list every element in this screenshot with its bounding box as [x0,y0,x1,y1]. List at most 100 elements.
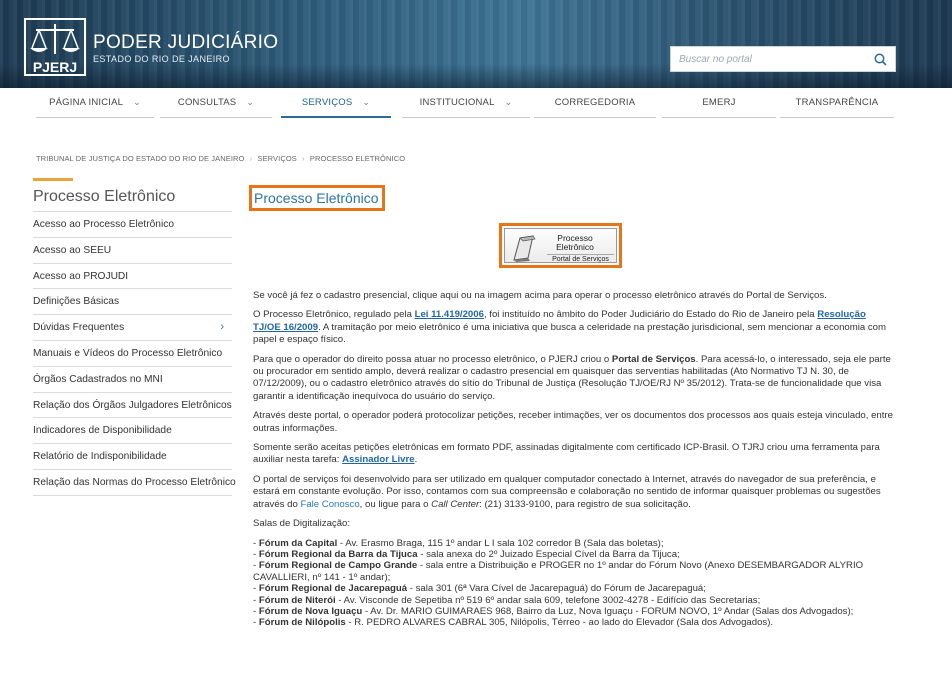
list-item: - Fórum de Nova Iguaçu - Av. Dr. MARIO G… [253,605,854,617]
sidebar-item-label: Relatório de Indisponibilidade [33,451,167,463]
sidebar-item-label: Relação dos Órgãos Julgadores Eletrônico… [33,399,232,411]
sidebar-accent [33,178,73,181]
location-text: - Av. Dr. MARIO GUIMARAES 968, Bairro da… [362,605,854,617]
sidebar-item-label: Indicadores de Disponibilidade [33,425,172,437]
sidebar-title: Processo Eletrônico [33,185,232,212]
text: , foi instituído no âmbito do Poder Judi… [483,309,818,321]
list-item: - Fórum Regional de Jacarepaguá - sala 3… [253,583,706,595]
location-text: - Av. Visconde de Sepetiba nº 519 6º and… [335,594,761,606]
location-name: Fórum Regional de Jacarepaguá [258,583,408,595]
paragraph-pdf: Somente serão aceitas petições eletrônic… [253,442,893,467]
search-box [670,46,896,72]
sidebar-item-label: Acesso ao Processo Eletrônico [33,219,174,230]
chevron-down-icon: ⌄ [362,96,371,107]
portal-servicos-banner[interactable]: Processo Eletrônico Portal de Serviços [499,223,622,268]
location-text: - Av. Erasmo Braga, 115 1º andar L I sal… [337,537,664,549]
page-title-highlight: Processo Eletrônico [249,185,385,211]
nav-institucional[interactable]: INSTITUCIONAL ⌄ [402,88,530,118]
sidebar-item-definicoes[interactable]: Definições Básicas [33,289,232,316]
nav-label: INSTITUCIONAL [419,97,495,108]
paragraph-intro: Se você já fez o cadastro presencial, cl… [253,290,827,301]
page-title: Processo Eletrônico [254,190,379,206]
sidebar-item-acesso-projudi[interactable]: Acesso ao PROJUDI [33,264,232,290]
breadcrumb-separator: › [249,154,253,163]
nav-label: CONSULTAS [177,97,237,108]
header-banner: PJERJ PODER JUDICIÁRIO ESTADO DO RIO DE … [0,0,952,88]
sidebar-item-label: Dúvidas Frequentes [33,322,125,334]
sidebar-item-normas[interactable]: Relação das Normas do Processo Eletrônic… [33,470,236,496]
main-content: Se você já fez o cadastro presencial, cl… [253,290,893,629]
location-name: Fórum Regional de Campo Grande [258,560,418,572]
nav-transparencia[interactable]: TRANSPARÊNCIA [780,88,894,118]
main-header: Processo Eletrônico [249,185,899,211]
salas-title: Salas de Digitalização: [253,518,351,530]
list-item: - Fórum da Capital - Av. Erasmo Braga, 1… [253,537,664,549]
nav-servicos[interactable]: SERVIÇOS ⌄ [281,88,391,118]
nav-label: CORREGEDORIA [554,97,636,108]
nav-consultas[interactable]: CONSULTAS ⌄ [160,88,272,118]
location-name: Fórum de Nilópolis [258,617,346,629]
nav-emerj[interactable]: EMERJ [662,88,776,118]
link-fale-conosco[interactable]: Fale Conosco [300,499,359,510]
sidebar-item-indicadores[interactable]: Indicadores de Disponibilidade [33,418,232,445]
text: , ou ligue para o [359,498,432,510]
list-item: - Fórum de Niterói - Av. Visconde de Sep… [253,594,761,606]
breadcrumb-separator: › [302,154,305,163]
link-lei-11419[interactable]: Lei 11.419/2006 [415,309,484,320]
chevron-down-icon: ⌄ [133,97,141,107]
location-name: Fórum Regional da Barra da Tijuca [258,548,418,560]
paragraph-contact: O portal de serviços foi desenvolvido pa… [253,474,893,511]
nav-corregedoria[interactable]: CORREGEDORIA [534,88,656,118]
list-item: - Fórum Regional de Campo Grande - sala … [253,560,864,583]
location-name: Fórum da Capital [258,537,338,549]
bold-text: Portal de Serviços [611,353,696,365]
location-name: Fórum de Nova Iguaçu [258,605,363,617]
main-nav: PÁGINA INICIAL ⌄ CONSULTAS ⌄ SERVIÇOS ⌄ INS… [0,88,952,120]
text: Para que o operador do direito possa atu… [253,353,612,365]
document-icon [513,235,536,262]
sidebar-item-label: Definições Básicas [33,296,120,308]
sidebar-item-label: Órgãos Cadastrados no MNI [33,373,163,385]
search-icon[interactable] [874,53,887,66]
nav-label: EMERJ [702,97,736,108]
location-text: - sala anexa do 2º Juizado Especial Cíve… [417,548,680,560]
text: . [414,454,418,466]
sidebar-item-label: Relação das Normas do Processo Eletrônic… [33,476,236,488]
location-text: - sala 301 (6ª Vara Cível de Jacarepaguá… [407,583,706,595]
nav-label: SERVIÇOS [301,96,353,108]
location-name: Fórum de Niterói [258,594,336,606]
sidebar: Processo Eletrônico Acesso ao Processo E… [33,178,236,496]
sidebar-item-acesso-seeu[interactable]: Acesso ao SEEU [33,238,232,264]
sidebar-item-label: Acesso ao SEEU [33,244,112,256]
list-item: - Fórum de Nilópolis - R. PEDRO ALVARES … [253,617,774,629]
nav-pagina-inicial[interactable]: PÁGINA INICIAL ⌄ [36,88,154,118]
sidebar-item-manuais[interactable]: Manuais e Vídeos do Processo Eletrônico [33,341,232,367]
logo-subtitle: ESTADO DO RIO DE JANEIRO [93,54,230,64]
logo-title[interactable]: PODER JUDICIÁRIO [93,32,278,54]
text: . A tramitação por meio eletrônico é uma… [253,321,887,346]
sidebar-item-duvidas[interactable]: Dúvidas Frequentes › [33,315,232,341]
breadcrumb-item-current: PROCESSO ELETRÔNICO [309,154,406,163]
text: O Processo Eletrônico, regulado pela [253,309,415,321]
link-assinador-livre[interactable]: Assinador Livre [342,454,415,465]
nav-label: TRANSPARÊNCIA [795,97,879,108]
paragraph-regulation: O Processo Eletrônico, regulado pela Lei… [253,309,893,346]
pjerj-logo-icon[interactable]: PJERJ [24,18,86,76]
chevron-down-icon: ⌄ [246,97,255,107]
chevron-right-icon: › [220,321,224,334]
italic-text: Call Center [431,498,480,510]
portal-banner-line3: Portal de Serviços [547,254,614,263]
paragraph-features: Através deste portal, o operador poderá … [253,410,893,434]
sidebar-item-label: Acesso ao PROJUDI [33,270,129,282]
portal-banner-frame: Processo Eletrônico Portal de Serviços [504,228,617,263]
chevron-down-icon: ⌄ [504,97,513,107]
breadcrumb-item[interactable]: TRIBUNAL DE JUSTIÇA DO ESTADO DO RIO DE … [36,154,244,163]
search-input[interactable] [671,47,861,71]
location-text: - R. PEDRO ALVARES CABRAL 305, Nilópolis… [345,617,774,629]
sidebar-item-acesso-processo[interactable]: Acesso ao Processo Eletrônico [33,212,232,238]
sidebar-item-orgaos-mni[interactable]: Órgãos Cadastrados no MNI [33,367,232,393]
sidebar-item-orgaos-julgadores[interactable]: Relação dos Órgãos Julgadores Eletrônico… [33,393,232,419]
sidebar-item-label: Manuais e Vídeos do Processo Eletrônico [33,347,223,359]
sidebar-item-relatorio[interactable]: Relatório de Indisponibilidade [33,444,232,470]
breadcrumb-item[interactable]: SERVIÇOS [257,154,296,163]
